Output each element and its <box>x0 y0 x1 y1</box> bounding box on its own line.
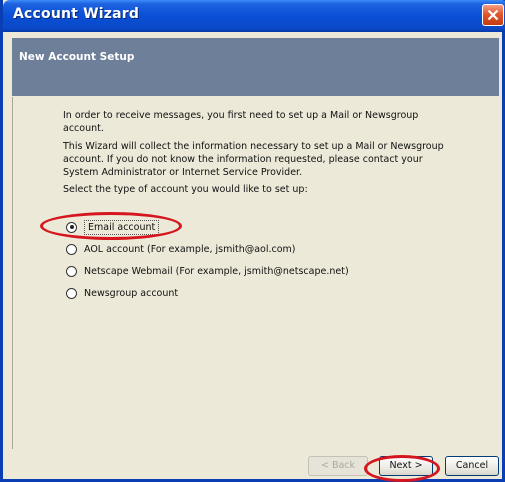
next-button[interactable]: Next > <box>379 456 433 476</box>
radio-unchecked-icon[interactable] <box>66 265 77 277</box>
option-aol-account[interactable]: AOL account (For example, jsmith@aol.com… <box>66 241 296 257</box>
banner-title: New Account Setup <box>19 51 135 63</box>
option-label: AOL account (For example, jsmith@aol.com… <box>84 243 296 255</box>
option-label: Newsgroup account <box>84 287 179 299</box>
radio-checked-icon[interactable] <box>66 221 77 233</box>
header-banner: New Account Setup <box>12 38 499 96</box>
intro-paragraph-1: In order to receive messages, you first … <box>63 110 419 134</box>
back-button[interactable]: < Back <box>308 456 368 476</box>
option-netscape-webmail[interactable]: Netscape Webmail (For example, jsmith@ne… <box>66 263 349 279</box>
title-bar[interactable]: Account Wizard <box>3 0 505 32</box>
intro-paragraph-3: Select the type of account you would lik… <box>63 184 308 195</box>
button-row: < Back Next > Cancel <box>3 456 505 478</box>
window-title: Account Wizard <box>13 6 140 22</box>
intro-paragraph-2: This Wizard will collect the information… <box>63 141 444 178</box>
close-icon <box>487 9 499 21</box>
wizard-content: In order to receive messages, you first … <box>12 97 500 449</box>
account-wizard-window: Account Wizard New Account Setup In orde… <box>0 0 505 482</box>
option-label: Netscape Webmail (For example, jsmith@ne… <box>84 265 349 277</box>
option-email-account[interactable]: Email account <box>66 219 160 235</box>
radio-unchecked-icon[interactable] <box>66 243 77 255</box>
close-button[interactable] <box>482 4 504 26</box>
cancel-button[interactable]: Cancel <box>445 456 499 476</box>
option-newsgroup-account[interactable]: Newsgroup account <box>66 285 178 301</box>
option-label: Email account <box>84 219 160 235</box>
radio-unchecked-icon[interactable] <box>66 287 77 299</box>
